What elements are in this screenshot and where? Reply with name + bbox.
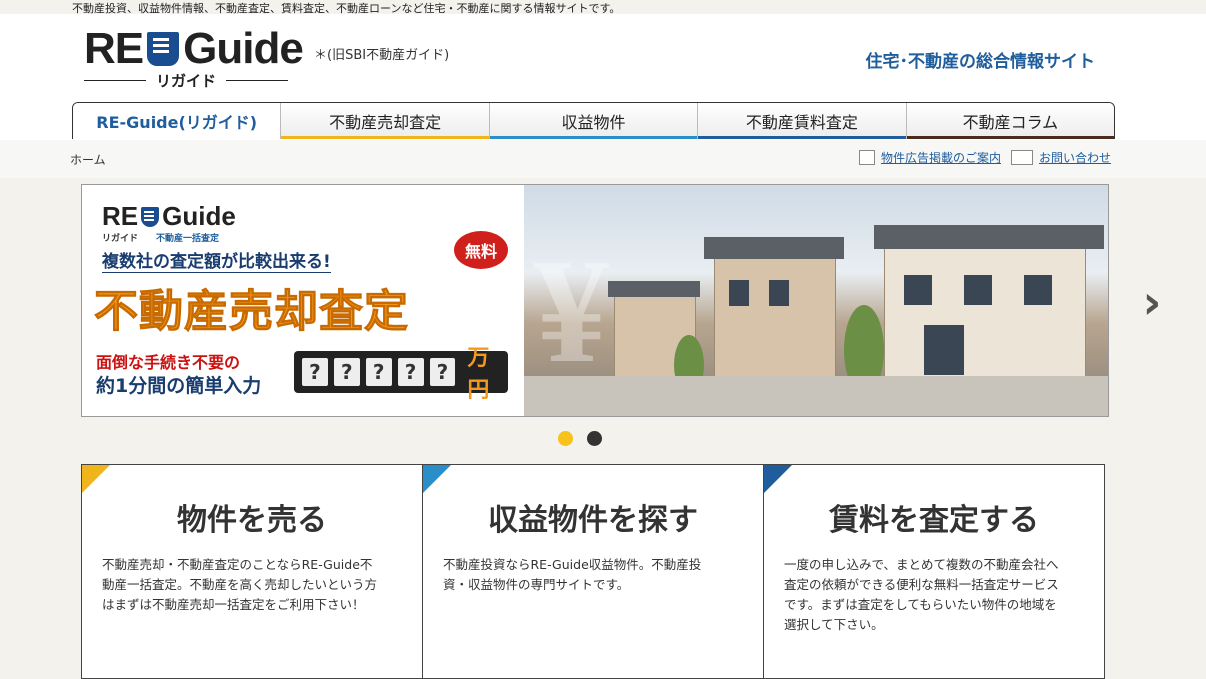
logo-note: ＊(旧SBI不動産ガイド) <box>314 48 450 63</box>
book-icon <box>141 206 160 227</box>
card-rent[interactable]: 賃料を査定する 一度の申し込みで、まとめて複数の不動産会社へ査定の依頼ができる便… <box>764 464 1105 679</box>
hero-banner[interactable]: RE Guide リガイド 不動産一括査定 複数社の査定額が比較出来る! 無料 不動… <box>81 184 1109 417</box>
nav-item-rent-appraisal[interactable]: 不動産賃料査定 <box>697 103 906 139</box>
carousel-dot-1[interactable] <box>558 431 573 446</box>
ad-info-link[interactable]: 物件広告掲載のご案内 <box>858 149 1001 166</box>
breadcrumb-bar: ホーム 物件広告掲載のご案内 お問い合わせ <box>0 140 1206 178</box>
card-corner-accent <box>82 465 110 493</box>
service-cards: 物件を売る 不動産売却・不動産査定のことならRE-Guide不動産一括査定。不動… <box>81 464 1105 679</box>
document-icon <box>858 150 875 165</box>
card-description: 一度の申し込みで、まとめて複数の不動産会社へ査定の依頼ができる便利な無料一括査定… <box>784 557 1059 632</box>
nav-item-sale-appraisal[interactable]: 不動産売却査定 <box>280 103 489 139</box>
breadcrumb[interactable]: ホーム <box>70 151 106 168</box>
card-title: 収益物件を探す <box>488 503 698 538</box>
main-nav: RE-Guide(リガイド) 不動産売却査定 収益物件 不動産賃料査定 不動産コ… <box>72 102 1115 139</box>
card-description: 不動産売却・不動産査定のことならRE-Guide不動産一括査定。不動産を高く売却… <box>102 557 378 612</box>
header-links: 物件広告掲載のご案内 お問い合わせ <box>858 149 1111 166</box>
carousel-dot-2[interactable] <box>587 431 602 446</box>
site-logo[interactable]: RE Guide リガイド <box>84 24 304 91</box>
banner-logo: RE Guide <box>102 201 236 231</box>
banner-text-panel: RE Guide リガイド 不動産一括査定 複数社の査定額が比較出来る! 無料 不動… <box>82 185 524 416</box>
nav-item-column[interactable]: 不動産コラム <box>905 103 1114 139</box>
card-corner-accent <box>423 465 451 493</box>
card-income[interactable]: 収益物件を探す 不動産投資ならRE-Guide収益物件。不動産投資・収益物件の専… <box>423 464 764 679</box>
banner-logo-sub: リガイド 不動産一括査定 <box>102 234 220 244</box>
nav-item-income-property[interactable]: 収益物件 <box>488 103 698 139</box>
site-tagline: 住宅･不動産の総合情報サイト <box>865 52 1096 72</box>
banner-house-photo: ¥ <box>524 185 1108 416</box>
price-meter: ? ? ? ? ? 万円 <box>294 346 508 403</box>
carousel-dots <box>558 431 602 446</box>
card-description: 不動産投資ならRE-Guide収益物件。不動産投資・収益物件の専門サイトです。 <box>443 557 702 592</box>
banner-easy-line2: 約1分間の簡単入力 <box>96 375 262 397</box>
logo-wordmark: RE Guide <box>84 24 304 73</box>
carousel-next-arrow[interactable]: › <box>1134 275 1170 329</box>
nav-item-home[interactable]: RE-Guide(リガイド) <box>73 103 281 139</box>
card-title: 物件を売る <box>177 503 327 538</box>
banner-easy-line1: 面倒な手続き不要の <box>96 353 241 372</box>
mail-icon <box>1010 150 1033 165</box>
card-sell[interactable]: 物件を売る 不動産売却・不動産査定のことならRE-Guide不動産一括査定。不動… <box>81 464 423 679</box>
banner-headline: 不動産売却査定 <box>94 286 409 338</box>
card-title: 賃料を査定する <box>829 503 1039 538</box>
card-corner-accent <box>764 465 792 493</box>
book-icon <box>147 32 180 66</box>
banner-compare-text: 複数社の査定額が比較出来る! <box>102 247 331 273</box>
free-badge: 無料 <box>454 231 508 269</box>
contact-link[interactable]: お問い合わせ <box>1010 149 1111 166</box>
